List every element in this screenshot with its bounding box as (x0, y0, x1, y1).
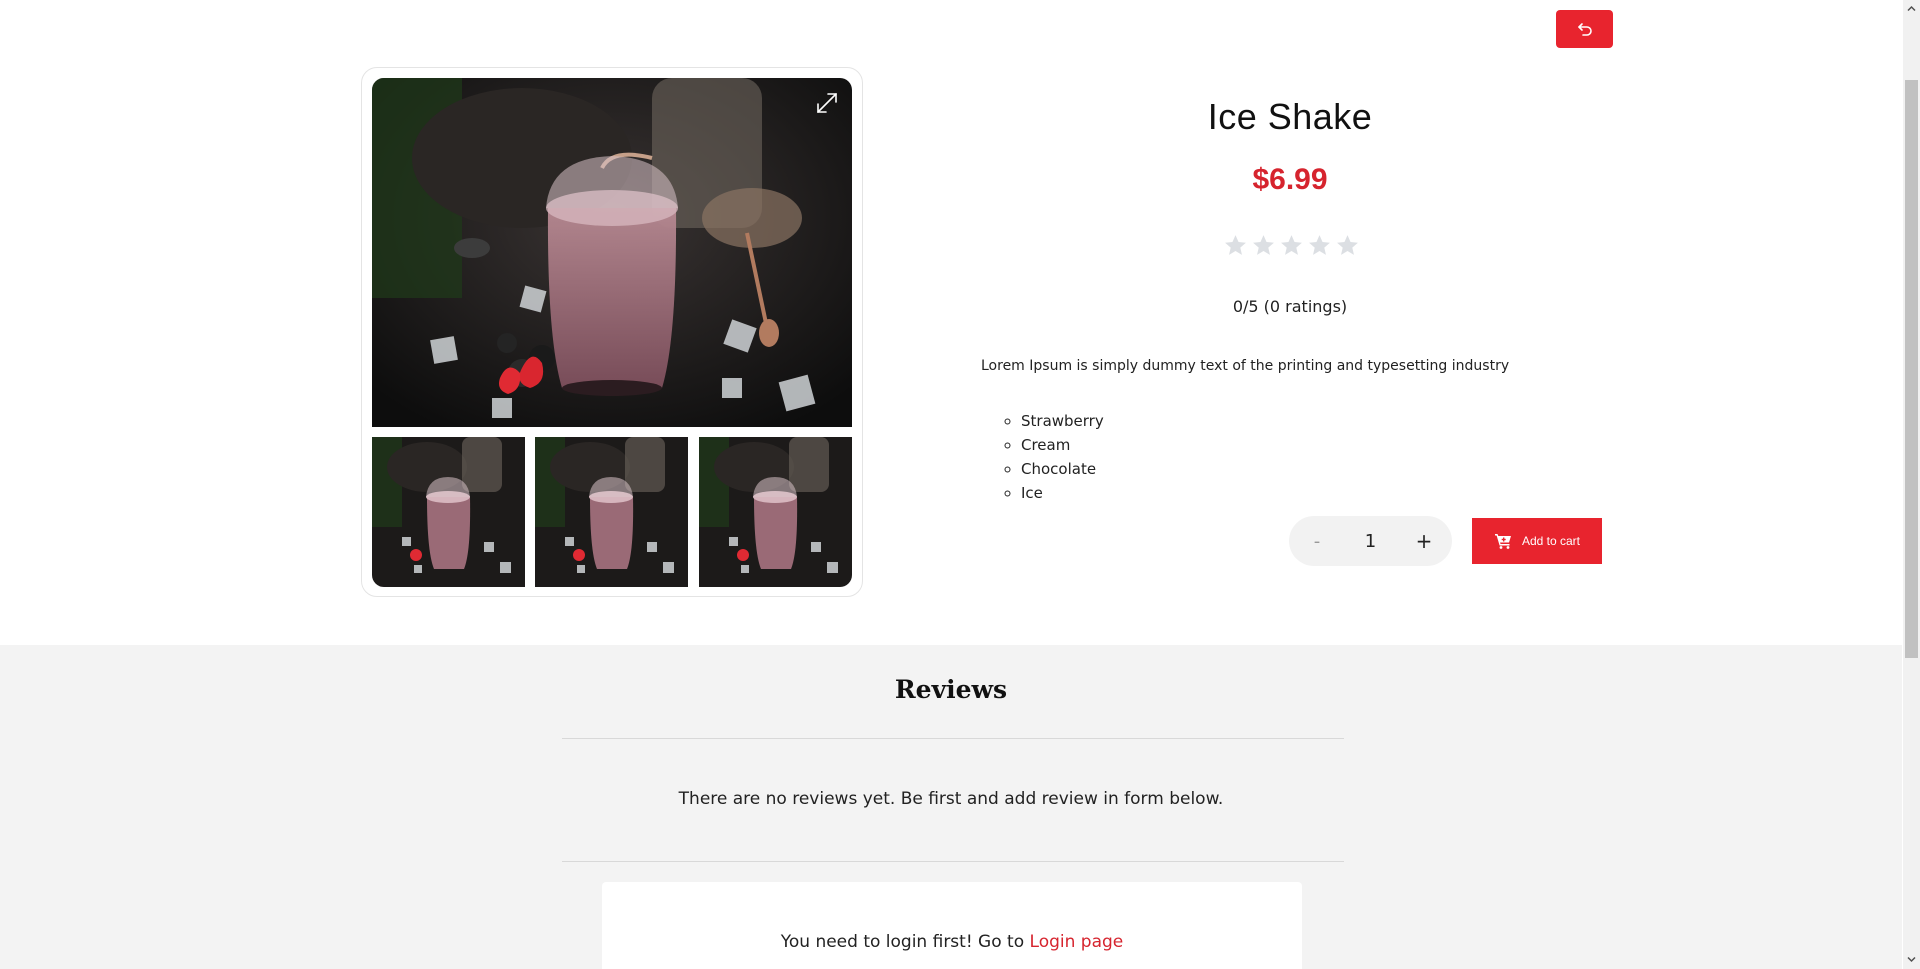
reviews-title: Reviews (894, 675, 1008, 704)
thumbnail-2[interactable] (535, 437, 688, 587)
star-icon[interactable] (1251, 233, 1276, 258)
add-to-cart-label: Add to cart (1521, 534, 1581, 548)
star-icon[interactable] (1307, 233, 1332, 258)
thumbnail-3[interactable] (699, 437, 852, 587)
scroll-down-arrow-icon[interactable] (1907, 955, 1916, 964)
ice-shake-thumbnail-photo (699, 437, 852, 587)
ingredient-list: Strawberry Cream Chocolate Ice (1000, 409, 1104, 505)
ice-shake-thumbnail-photo (372, 437, 525, 587)
divider (562, 738, 1344, 739)
login-prompt: You need to login first! Go to Login pag… (602, 932, 1302, 952)
rating-summary: 0/5 (0 ratings) (1232, 297, 1348, 316)
ice-shake-thumbnail-photo (535, 437, 688, 587)
vertical-scrollbar[interactable] (1903, 0, 1920, 969)
ice-shake-photo (372, 78, 852, 427)
product-gallery (361, 67, 863, 597)
no-reviews-message: There are no reviews yet. Be first and a… (678, 789, 1224, 809)
product-title: Ice Shake (1207, 96, 1373, 137)
expand-arrows-icon[interactable] (814, 90, 840, 116)
star-icon[interactable] (1279, 233, 1304, 258)
star-icon[interactable] (1335, 233, 1360, 258)
product-price: $6.99 (1252, 163, 1328, 196)
add-to-cart-button[interactable]: Add to cart (1472, 518, 1602, 564)
quantity-value[interactable]: 1 (1346, 531, 1396, 552)
ingredient-item: Chocolate (1021, 457, 1104, 481)
login-prompt-text: You need to login first! Go to (780, 932, 1030, 952)
thumbnail-1[interactable] (372, 437, 525, 587)
shopping-cart-icon (1494, 534, 1511, 549)
login-page-link[interactable]: Login page (1030, 932, 1124, 952)
ingredient-item: Ice (1021, 481, 1104, 505)
login-prompt-box: You need to login first! Go to Login pag… (602, 882, 1302, 969)
star-rating[interactable] (1223, 233, 1360, 258)
decrease-quantity-button[interactable]: - (1307, 531, 1327, 552)
scrollbar-thumb[interactable] (1905, 80, 1918, 658)
star-icon[interactable] (1223, 233, 1248, 258)
ingredient-item: Cream (1021, 433, 1104, 457)
ingredient-item: Strawberry (1021, 409, 1104, 433)
product-description: Lorem Ipsum is simply dummy text of the … (981, 358, 1510, 374)
scroll-up-arrow-icon[interactable] (1907, 4, 1916, 13)
main-product-image[interactable] (372, 78, 852, 427)
divider (562, 861, 1344, 862)
reviews-section: Reviews There are no reviews yet. Be fir… (0, 645, 1902, 969)
undo-arrow-icon (1577, 23, 1592, 36)
increase-quantity-button[interactable]: + (1414, 529, 1434, 553)
back-button[interactable] (1556, 10, 1613, 48)
quantity-stepper: - 1 + (1289, 516, 1452, 566)
